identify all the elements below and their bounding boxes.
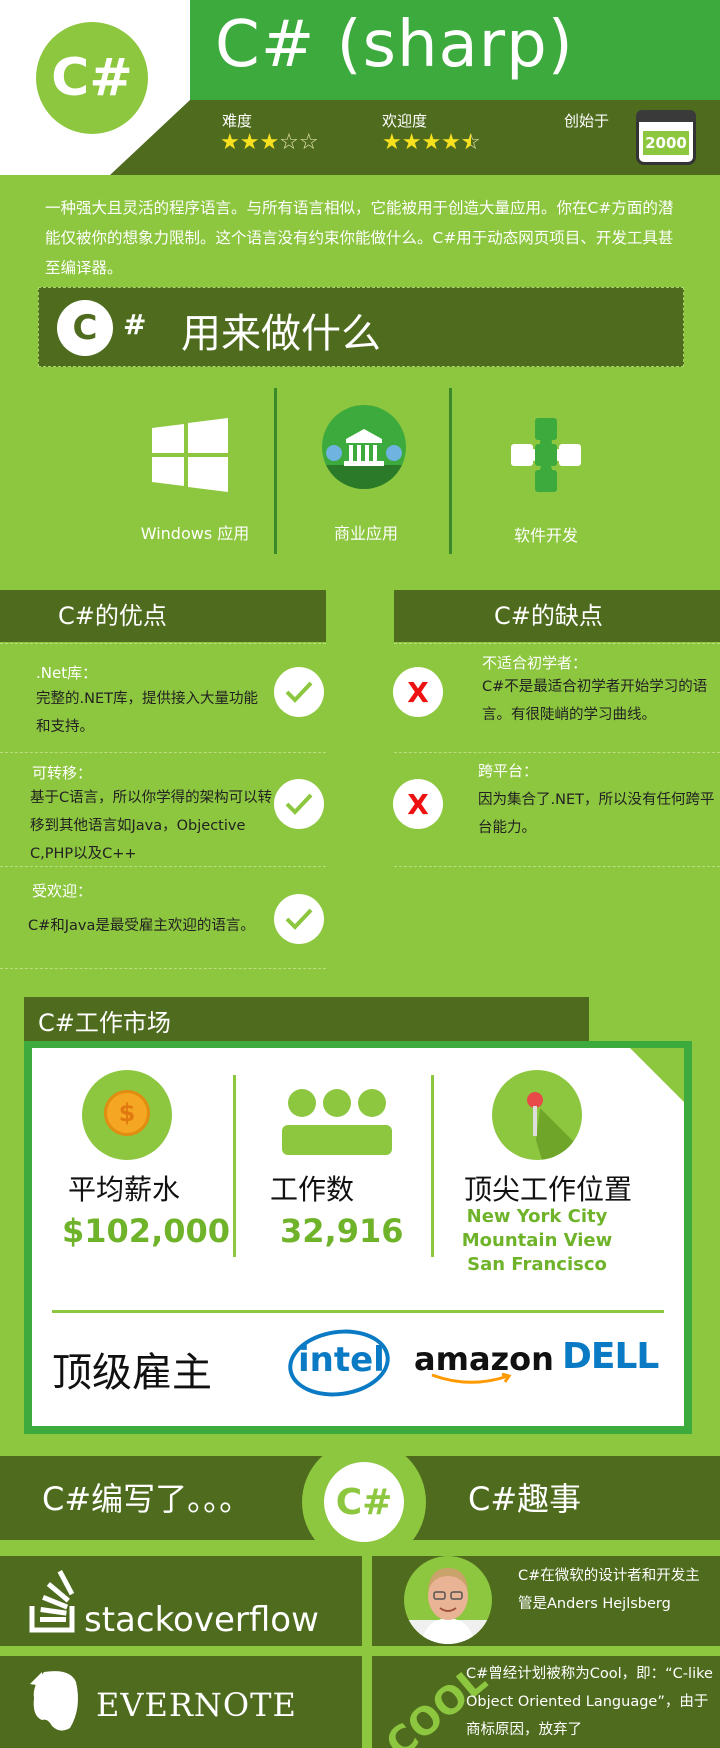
fun-title: C#趣事 (468, 1480, 582, 1518)
con-text: C#不是最适合初学者开始学习的语言。有很陡峭的学习曲线。 (482, 679, 708, 723)
divider (394, 752, 720, 753)
location-item: San Francisco (467, 1254, 607, 1275)
employer-intel: intel (298, 1340, 385, 1380)
pro-title: .Net库： (36, 664, 98, 682)
calendar-icon: 2000 (636, 110, 696, 165)
star-empty-icon: ☆☆ (279, 130, 319, 155)
location-pin-icon (492, 1070, 582, 1160)
check-icon (274, 779, 324, 829)
csharp-logo-small: C (57, 300, 113, 356)
con-text: 因为集合了.NET，所以没有任何跨平台能力。 (478, 792, 715, 836)
divider (394, 643, 720, 644)
jobs-header: C#工作市场 (24, 997, 589, 1041)
difficulty-stars: ★★★☆☆ (220, 130, 319, 155)
evernote-name: EVERNOTE (96, 1686, 297, 1724)
check-icon (274, 667, 324, 717)
csharp-logo-text: C# (51, 48, 133, 108)
job-count-value: 32,916 (280, 1212, 404, 1250)
csharp-logo: C# (36, 22, 148, 134)
use-label: Windows 应用 (140, 524, 250, 543)
employer-dell: DELL (562, 1336, 659, 1377)
jobs-divider (431, 1075, 434, 1257)
job-count-label: 工作数 (270, 1173, 355, 1206)
star-icon: ★★★★ (382, 130, 461, 155)
csharp-logo-hash: # (123, 308, 147, 341)
location-item: New York City (466, 1206, 608, 1227)
jobs-hline (52, 1310, 664, 1313)
jobs-divider (233, 1075, 236, 1257)
difficulty-label: 难度 (222, 112, 253, 130)
jobs-header-corner (565, 997, 589, 1041)
puzzle-pieces-icon (505, 416, 587, 500)
pros-header: C#的优点 (0, 590, 326, 642)
popularity-label: 欢迎度 (382, 112, 428, 130)
stackoverflow-name: stackoverflow (84, 1600, 319, 1640)
uses-title: 用来做什么 (181, 311, 381, 357)
uses-divider (449, 388, 452, 554)
popularity-stars: ★★★★☆★ (382, 130, 481, 155)
pro-text: C#和Java是最受雇主欢迎的语言。 (28, 918, 255, 934)
bank-building-icon (322, 405, 406, 489)
coin-icon: $ (82, 1070, 172, 1160)
divider (0, 866, 326, 867)
windows-logo-icon (152, 418, 228, 496)
locations-label: 顶尖工作位置 (464, 1173, 633, 1206)
page-fold (630, 1048, 684, 1102)
x-mark-icon: X (393, 667, 443, 717)
uses-banner: C # 用来做什么 (38, 287, 684, 367)
csharp-logo-bottom-text: C# (335, 1481, 393, 1523)
check-icon (274, 894, 324, 944)
pro-text: 基于C语言，所以你学得的架构可以转移到其他语言如Java，Objective C… (30, 790, 273, 862)
location-item: Mountain View (461, 1230, 613, 1251)
fun-fact: C#在微软的设计者和开发主管是Anders Hejlsberg (518, 1568, 700, 1612)
pro-title: 受欢迎： (32, 882, 93, 900)
divider (0, 752, 326, 753)
use-label: 商业应用 (333, 524, 398, 543)
anders-photo (404, 1556, 492, 1644)
salary-value: $102,000 (62, 1212, 231, 1250)
written-title: C#编写了。。。 (42, 1480, 252, 1518)
divider (0, 643, 326, 644)
half-star-icon: ☆★ (460, 130, 481, 155)
people-icon (282, 1085, 392, 1159)
con-title: 跨平台： (478, 762, 539, 780)
pro-text: 完整的.NET库，提供接入大量功能和支持。 (36, 691, 258, 735)
founded-label: 创始于 (564, 112, 610, 130)
amazon-smile-icon (430, 1372, 514, 1391)
evernote-elephant-icon (30, 1668, 82, 1738)
cons-header: C#的缺点 (394, 590, 720, 642)
fun-fact: C#曾经计划被称为Cool，即：“C-like Object Oriented … (466, 1666, 713, 1738)
con-title: 不适合初学者： (482, 654, 588, 672)
divider (0, 968, 326, 969)
page-title: C# (sharp) (215, 8, 574, 82)
divider (394, 866, 720, 867)
pro-title: 可转移： (32, 764, 93, 782)
csharp-logo-bottom: C# (302, 1440, 426, 1564)
star-icon: ★★★ (220, 130, 280, 155)
intro-text: 一种强大且灵活的程序语言。与所有语言相似，它能被用于创造大量应用。你在C#方面的… (45, 199, 674, 277)
founded-year: 2000 (643, 131, 689, 155)
x-mark-icon: X (393, 779, 443, 829)
jobs-title: C#工作市场 (38, 1009, 171, 1037)
stackoverflow-icon (28, 1564, 88, 1638)
use-label: 软件开发 (513, 526, 578, 545)
employers-label: 顶级雇主 (52, 1350, 212, 1396)
salary-label: 平均薪水 (68, 1173, 181, 1206)
